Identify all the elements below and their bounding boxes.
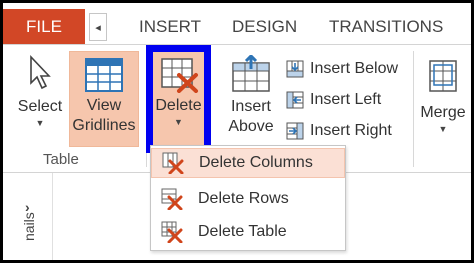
delete-columns-icon (162, 152, 184, 174)
select-button[interactable]: Select ▼ (11, 53, 69, 145)
insert-below-icon (286, 60, 304, 78)
menu-item-label: Delete Rows (198, 190, 289, 207)
view-gridlines-button[interactable]: View Gridlines (69, 51, 139, 147)
insert-right-label: Insert Right (310, 122, 392, 139)
delete-rows-icon (161, 188, 183, 210)
insert-above-label-line1: Insert (230, 98, 271, 115)
insert-left-label: Insert Left (310, 91, 382, 108)
tab-design[interactable]: DESIGN (232, 9, 297, 44)
delete-button[interactable]: Delete ▼ (146, 45, 211, 153)
table-group-label: Table (43, 151, 79, 168)
insert-left-icon (286, 91, 304, 109)
select-dropdown-caret: ▼ (35, 118, 45, 128)
view-gridlines-label-line1: View (86, 97, 122, 114)
insert-above-icon (232, 55, 270, 92)
tab-file[interactable]: FILE (3, 9, 85, 44)
insert-right-icon (286, 122, 304, 140)
group-separator (413, 51, 414, 167)
view-gridlines-label-line2: Gridlines (72, 117, 136, 134)
delete-dropdown-menu: Delete Columns Delete Rows Delete Table (150, 145, 346, 251)
menu-item-delete-table[interactable]: Delete Table (151, 217, 345, 247)
powerpoint-window: FILE ◂ INSERT DESIGN TRANSITIONS Select … (3, 3, 471, 260)
thumbnails-pane: › nails (3, 173, 53, 260)
insert-right-button[interactable]: Insert Right (286, 119, 392, 143)
delete-dropdown-caret: ▼ (174, 117, 183, 127)
merge-button[interactable]: Merge ▼ (415, 51, 471, 147)
insert-below-button[interactable]: Insert Below (286, 57, 398, 81)
insert-below-label: Insert Below (310, 60, 399, 77)
thumbnails-pane-label: nails (21, 212, 37, 241)
merge-label: Merge (420, 104, 466, 121)
delete-label: Delete (155, 97, 202, 114)
insert-above-label-line2: Above (228, 118, 274, 135)
menu-item-delete-columns[interactable]: Delete Columns (151, 148, 345, 178)
tab-transitions[interactable]: TRANSITIONS (329, 9, 443, 44)
insert-left-button[interactable]: Insert Left (286, 88, 381, 112)
menu-item-label: Delete Columns (199, 154, 313, 171)
menu-item-delete-rows[interactable]: Delete Rows (151, 184, 345, 214)
delete-table-icon (161, 221, 183, 243)
tab-insert[interactable]: INSERT (139, 9, 201, 44)
menu-item-label: Delete Table (198, 223, 287, 240)
ribbon-tab-bar: FILE ◂ INSERT DESIGN TRANSITIONS (3, 3, 471, 44)
table-grid-icon (85, 58, 123, 92)
delete-table-icon (160, 58, 198, 93)
cursor-arrow-icon (30, 55, 51, 90)
merge-cells-icon (429, 60, 457, 92)
insert-above-button[interactable]: Insert Above (221, 51, 281, 147)
select-label: Select (17, 98, 63, 115)
tab-scroll-left-button[interactable]: ◂ (89, 13, 107, 41)
merge-dropdown-caret: ▼ (438, 124, 448, 134)
